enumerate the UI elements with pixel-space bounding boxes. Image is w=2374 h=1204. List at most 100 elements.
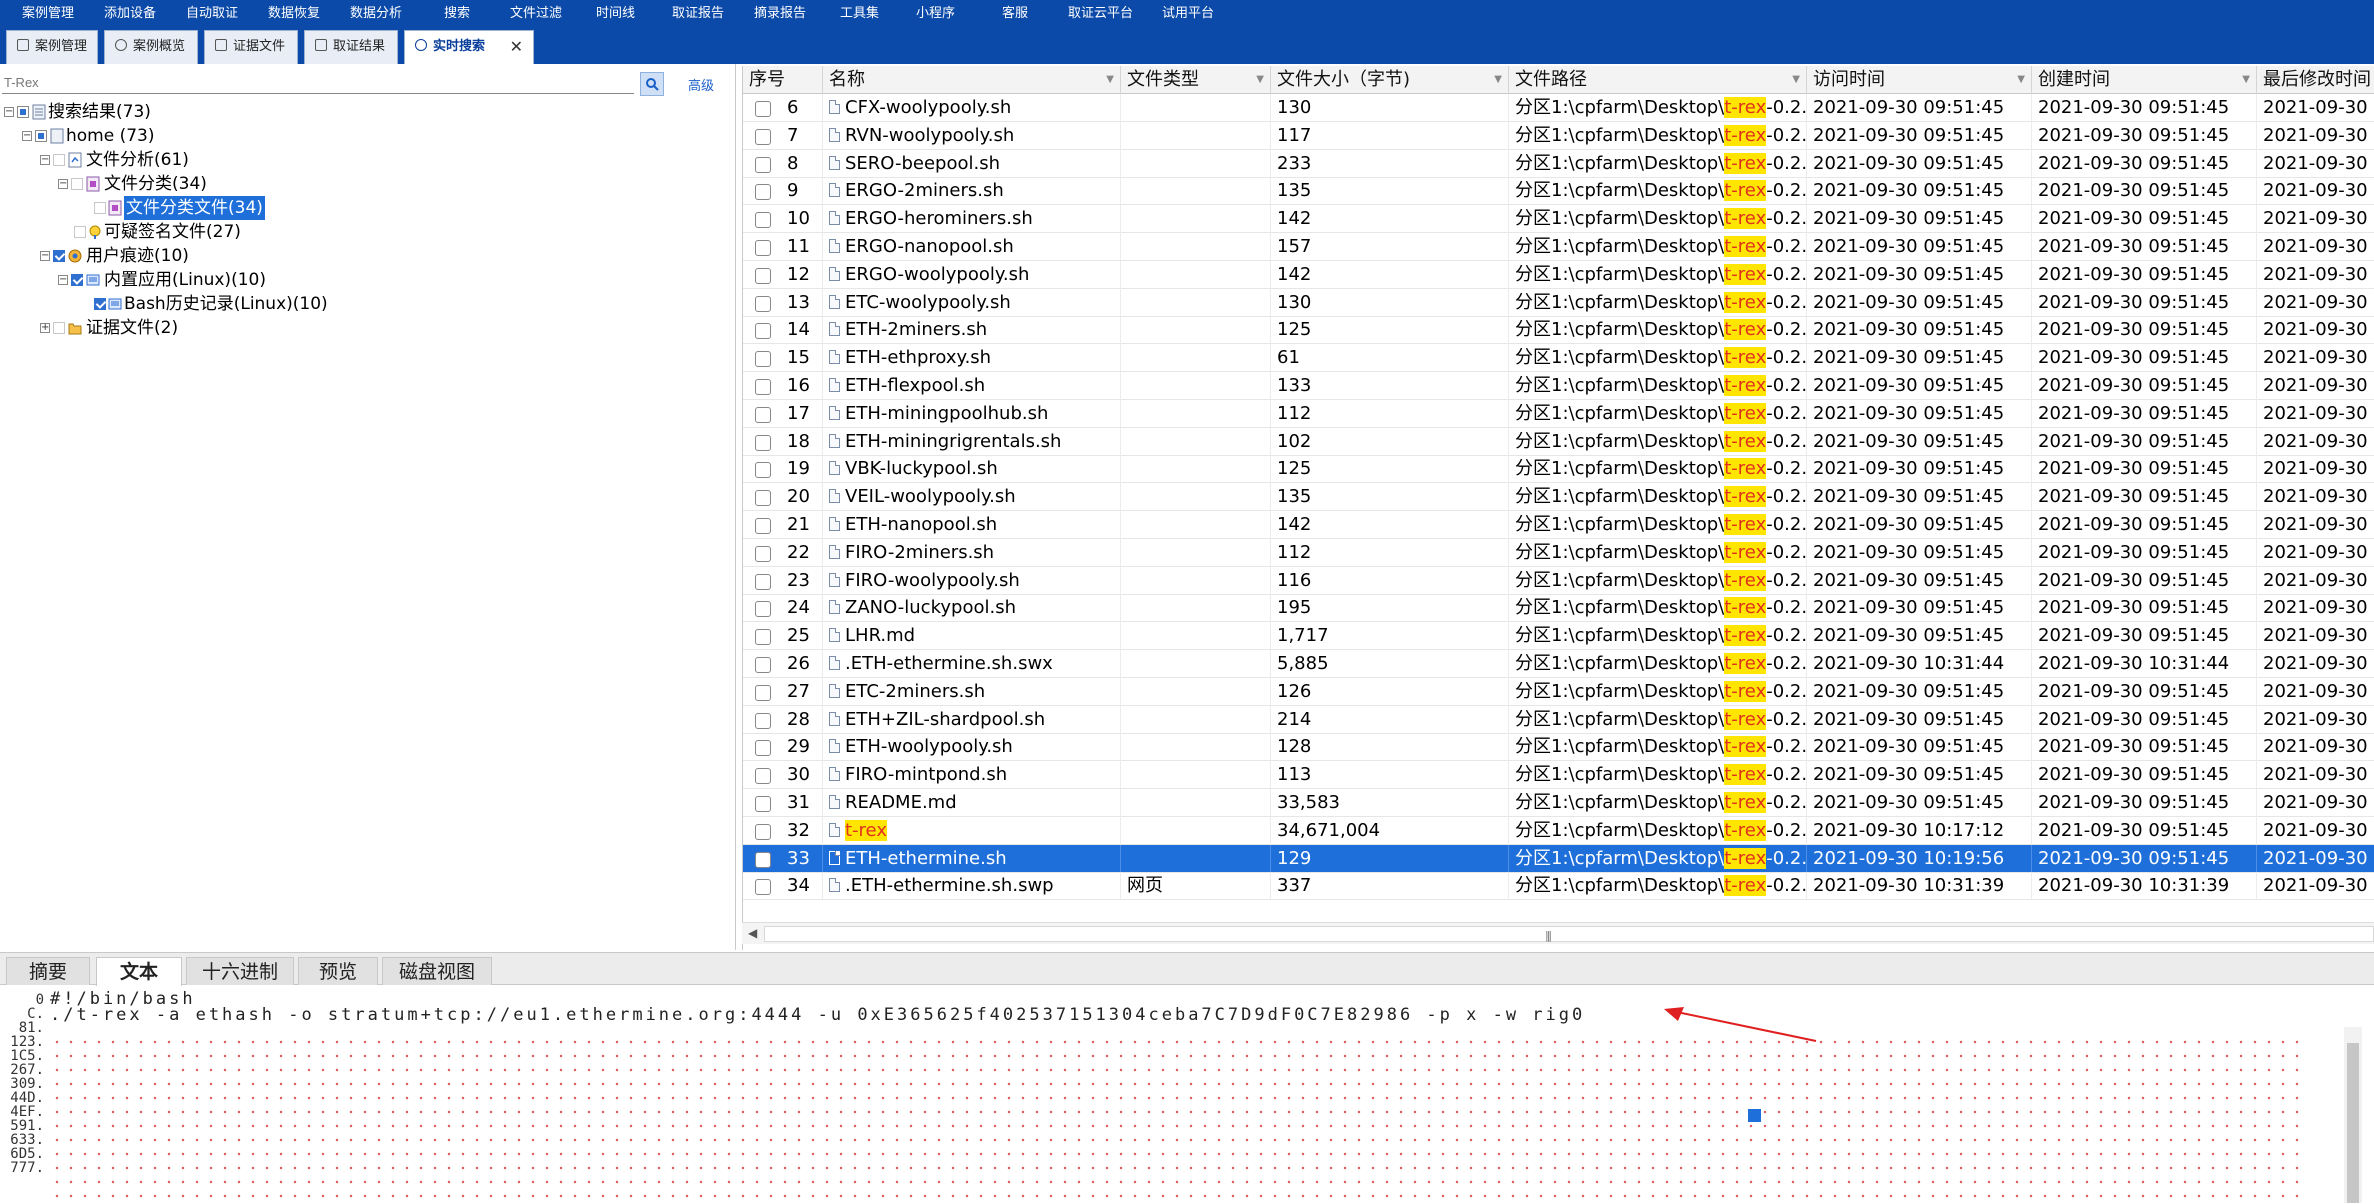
tree-checkbox[interactable] (35, 130, 47, 142)
column-header-index[interactable]: 序号 (743, 66, 823, 94)
collapse-icon[interactable]: − (58, 275, 68, 285)
tree-checkbox[interactable] (53, 322, 65, 334)
scroll-left-icon[interactable]: ◀ (748, 926, 757, 940)
table-row[interactable]: 16 ETH-flexpool.sh 133 分区1:\cpfarm\Desktop\… (743, 372, 2374, 400)
row-checkbox[interactable] (755, 768, 771, 785)
tab-forensic-results[interactable]: 取证结果 (304, 30, 398, 64)
table-row[interactable]: 29 ETH-woolypooly.sh 128 分区1:\cpfarm\Deskto… (743, 733, 2374, 762)
close-icon[interactable]: ✕ (510, 31, 523, 63)
text-viewer[interactable]: 0 C. 81. 123. 1C5. 267. 309. 44D. 4EF. 591. 633. 6D… (0, 985, 2374, 1204)
row-checkbox[interactable] (755, 462, 771, 479)
advanced-search-link[interactable]: 高级 (688, 75, 714, 94)
table-row[interactable]: 22 FIRO-2miners.sh 112 分区1:\cpfarm\Desktop\… (743, 538, 2374, 567)
column-header-created-time[interactable]: 创建时间 ▼ (2032, 66, 2257, 94)
search-input[interactable] (2, 72, 634, 94)
tab-disk-view[interactable]: 磁盘视图 (382, 957, 492, 985)
row-checkbox[interactable] (755, 518, 771, 534)
menu-item-search[interactable]: 搜索 (444, 0, 470, 28)
table-row[interactable]: 32 t-rex 34,671,004 分区1:\cpfarm\Desktop\t-r… (743, 816, 2374, 845)
row-checkbox[interactable] (755, 629, 771, 646)
menu-item-add-device[interactable]: 添加设备 (104, 0, 156, 28)
table-row[interactable]: 34 .ETH-ethermine.sh.swp 网页 337 分区1:\cpfarm\… (743, 872, 2374, 901)
row-checkbox[interactable] (755, 740, 771, 757)
row-checkbox[interactable] (755, 156, 771, 173)
menu-item-file-filter[interactable]: 文件过滤 (510, 0, 562, 28)
row-checkbox[interactable] (755, 712, 771, 729)
tree-checkbox[interactable] (71, 178, 83, 190)
tab-case-mgmt[interactable]: 案例管理 (6, 30, 98, 64)
tab-realtime-search[interactable]: 实时搜索 ✕ (404, 30, 534, 64)
table-row[interactable]: 26 .ETH-ethermine.sh.swx 5,885 分区1:\cpfarm\… (743, 650, 2374, 678)
collapse-icon[interactable]: − (4, 107, 14, 117)
menu-item-cloud[interactable]: 取证云平台 (1068, 0, 1133, 28)
menu-item-excerpt[interactable]: 摘录报告 (754, 0, 806, 28)
menu-item-toolset[interactable]: 工具集 (840, 0, 879, 28)
vertical-scrollbar[interactable] (2344, 1027, 2362, 1203)
row-checkbox[interactable] (755, 601, 771, 618)
row-checkbox[interactable] (755, 101, 771, 117)
row-checkbox[interactable] (755, 545, 771, 562)
table-row[interactable]: 13 ETC-woolypooly.sh 130 分区1:\cpfarm\Deskto… (743, 288, 2374, 317)
filter-icon[interactable]: ▼ (1256, 66, 1264, 94)
filter-icon[interactable]: ▼ (1792, 66, 1800, 94)
tree-checkbox[interactable] (94, 298, 106, 310)
menu-item-support[interactable]: 客服 (1002, 0, 1028, 28)
row-checkbox[interactable] (755, 657, 771, 673)
row-checkbox[interactable] (755, 879, 771, 896)
table-row[interactable]: 33 ETH-ethermine.sh 129 分区1:\cpfarm\Desktop… (743, 844, 2374, 873)
tab-evidence-files[interactable]: 证据文件 (204, 30, 298, 64)
collapse-icon[interactable]: − (58, 179, 68, 189)
row-checkbox[interactable] (755, 851, 771, 868)
table-row[interactable]: 30 FIRO-mintpond.sh 113 分区1:\cpfarm\Desktop… (743, 761, 2374, 790)
row-checkbox[interactable] (755, 184, 771, 201)
table-row[interactable]: 20 VEIL-woolypooly.sh 135 分区1:\cpfarm\Deskt… (743, 483, 2374, 512)
column-header-size[interactable]: 文件大小（字节) ▼ (1271, 66, 1509, 94)
expand-icon[interactable]: + (40, 323, 50, 333)
table-row[interactable]: 12 ERGO-woolypooly.sh 142 分区1:\cpfarm\Deskt… (743, 260, 2374, 289)
row-checkbox[interactable] (755, 434, 771, 451)
collapse-icon[interactable]: − (40, 155, 50, 165)
row-checkbox[interactable] (755, 323, 771, 340)
table-row[interactable]: 10 ERGO-herominers.sh 142 分区1:\cpfarm\Deskt… (743, 205, 2374, 234)
column-header-type[interactable]: 文件类型 ▼ (1121, 66, 1271, 94)
tree-checkbox[interactable] (53, 154, 65, 166)
table-row[interactable]: 31 README.md 33,583 分区1:\cpfarm\Desktop\t-r… (743, 789, 2374, 817)
row-checkbox[interactable] (755, 573, 771, 590)
row-checkbox[interactable] (755, 379, 771, 395)
table-row[interactable]: 14 ETH-2miners.sh 125 分区1:\cpfarm\Desktop\t… (743, 316, 2374, 345)
scrollbar-thumb[interactable] (2347, 1043, 2359, 1203)
row-checkbox[interactable] (755, 823, 771, 840)
tab-text[interactable]: 文本 (96, 957, 182, 986)
search-button[interactable] (640, 72, 664, 96)
filter-icon[interactable]: ▼ (2242, 66, 2250, 94)
horizontal-scrollbar[interactable]: ◀ ||| (742, 922, 2374, 944)
collapse-icon[interactable]: − (22, 131, 32, 141)
row-checkbox[interactable] (755, 406, 771, 423)
row-checkbox[interactable] (755, 796, 771, 812)
menu-item-auto-forensic[interactable]: 自动取证 (186, 0, 238, 28)
table-row[interactable]: 27 ETC-2miners.sh 126 分区1:\cpfarm\Desktop\t… (743, 677, 2374, 706)
table-row[interactable]: 19 VBK-luckypool.sh 125 分区1:\cpfarm\Desktop… (743, 455, 2374, 484)
collapse-icon[interactable]: − (40, 251, 50, 261)
column-header-access-time[interactable]: 访问时间 ▼ (1807, 66, 2032, 94)
table-row[interactable]: 9 ERGO-2miners.sh 135 分区1:\cpfarm\Desktop\t… (743, 177, 2374, 206)
tab-preview[interactable]: 预览 (298, 957, 378, 985)
menu-item-miniprogram[interactable]: 小程序 (916, 0, 955, 28)
menu-item-data-recovery[interactable]: 数据恢复 (268, 0, 320, 28)
table-row[interactable]: 17 ETH-miningpoolhub.sh 112 分区1:\cpfarm\Des… (743, 399, 2374, 428)
tree-checkbox[interactable] (74, 226, 86, 238)
table-row[interactable]: 15 ETH-ethproxy.sh 61 分区1:\cpfarm\Desktop\t… (743, 344, 2374, 373)
row-checkbox[interactable] (755, 295, 771, 312)
table-row[interactable]: 21 ETH-nanopool.sh 142 分区1:\cpfarm\Desktop\… (743, 511, 2374, 539)
table-row[interactable]: 18 ETH-miningrigrentals.sh 102 分区1:\cpfarm\… (743, 427, 2374, 456)
column-header-path[interactable]: 文件路径 ▼ (1509, 66, 1807, 94)
row-checkbox[interactable] (755, 267, 771, 284)
table-row[interactable]: 11 ERGO-nanopool.sh 157 分区1:\cpfarm\Desktop… (743, 233, 2374, 261)
menu-item-timeline[interactable]: 时间线 (596, 0, 635, 28)
menu-item-data-analysis[interactable]: 数据分析 (350, 0, 402, 28)
menu-item-trial[interactable]: 试用平台 (1162, 0, 1214, 28)
row-checkbox[interactable] (755, 128, 771, 145)
table-row[interactable]: 28 ETH+ZIL-shardpool.sh 214 分区1:\cpfarm\Des… (743, 705, 2374, 734)
table-row[interactable]: 7 RVN-woolypooly.sh 117 分区1:\cpfarm\Desktop… (743, 121, 2374, 150)
row-checkbox[interactable] (755, 684, 771, 701)
